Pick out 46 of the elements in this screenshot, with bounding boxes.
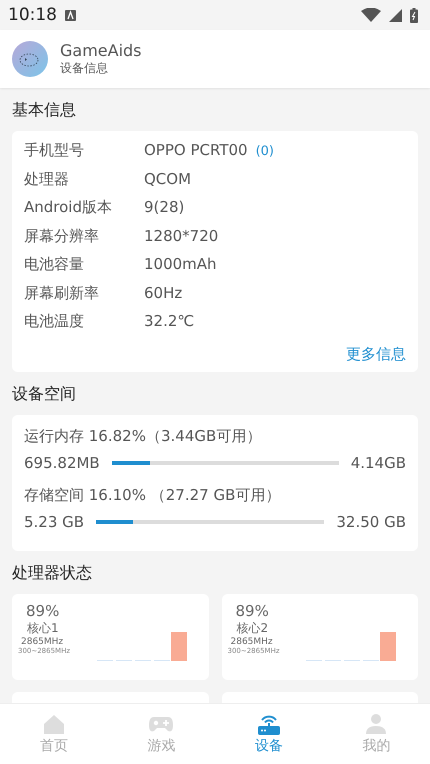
core-usage: 89%: [26, 602, 60, 620]
home-icon: [42, 713, 66, 735]
core-name: 核心2: [236, 620, 268, 636]
info-label: 电池温度: [24, 312, 85, 331]
core-frequency: 2865MHz: [21, 636, 64, 646]
signal-icon: [389, 8, 402, 22]
core-usage: 89%: [236, 602, 269, 620]
nav-tab[interactable]: 设备: [215, 704, 322, 764]
used-amount: 5.23 GB: [24, 512, 84, 530]
info-value: 9(28): [144, 198, 184, 216]
info-value: 1280*720: [144, 226, 218, 244]
more-info-link[interactable]: 更多信息: [346, 344, 406, 364]
used-amount: 695.82MB: [24, 454, 100, 472]
core-name: 核心1: [27, 620, 59, 636]
app-title: GameAids: [60, 41, 142, 60]
info-value: QCOM: [144, 170, 192, 188]
page-subtitle: 设备信息: [60, 60, 109, 77]
total-amount: 4.14GB: [350, 454, 406, 472]
status-time: 10:18: [8, 5, 57, 25]
app-logo-icon: [12, 41, 48, 77]
nav-tab[interactable]: 我的: [322, 704, 430, 764]
info-link[interactable]: (0): [256, 144, 274, 159]
info-value: 32.2℃: [144, 312, 194, 330]
nav-tab[interactable]: 首页: [0, 704, 108, 764]
nav-tab[interactable]: 游戏: [108, 704, 215, 764]
notification-icon: [65, 10, 76, 20]
section-title: 基本信息: [12, 100, 77, 121]
router-icon: [256, 713, 281, 735]
wifi-icon: [361, 8, 381, 22]
battery-icon: [410, 8, 418, 22]
info-label: 处理器: [24, 170, 70, 188]
info-label: 手机型号: [24, 141, 85, 160]
storage-caption: 存储空间 16.10% （27.27 GB可用）: [24, 486, 282, 504]
info-label: 屏幕分辨率: [24, 226, 100, 246]
storage-caption: 运行内存 16.82%（3.44GB可用）: [24, 426, 262, 446]
info-label: Android版本: [24, 198, 113, 217]
total-amount: 32.50 GB: [336, 512, 406, 530]
info-value: OPPO PCRT00: [144, 141, 248, 159]
info-label: 电池容量: [24, 255, 85, 274]
info-value: 1000mAh: [144, 255, 217, 273]
section-title: 设备空间: [12, 384, 77, 404]
person-icon: [364, 713, 388, 735]
info-label: 屏幕刷新率: [24, 284, 100, 302]
info-value: 60Hz: [144, 284, 182, 302]
section-title: 处理器状态: [12, 562, 93, 584]
core-frequency: 2865MHz: [230, 636, 273, 646]
